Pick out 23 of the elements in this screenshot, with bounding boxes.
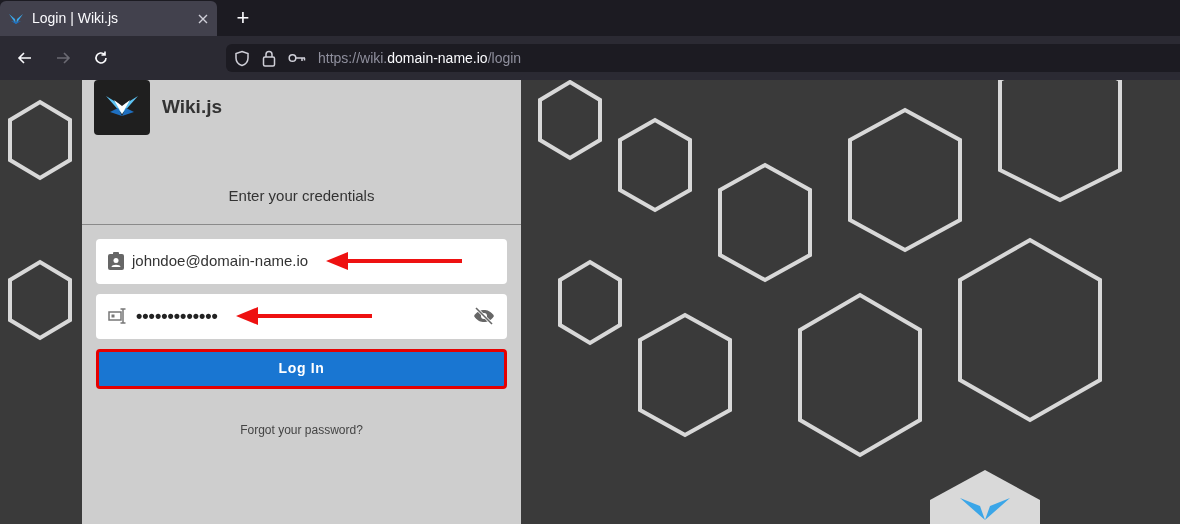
shield-icon [234, 49, 250, 67]
key-icon [288, 53, 306, 63]
close-icon[interactable] [197, 12, 209, 25]
field-value: johndoe@domain-name.io [132, 250, 309, 271]
eye-slash-icon[interactable] [473, 307, 495, 325]
address-bar[interactable]: https://wiki.domain-name.io/login [226, 44, 1180, 72]
butterfly-icon [8, 11, 24, 26]
log-in-button[interactable]: Log In [96, 348, 507, 389]
text-cursor-field-icon [108, 307, 128, 325]
brand-name: Wiki.js [162, 95, 222, 120]
new-tab-button[interactable]: + [229, 4, 257, 32]
url-text: https://wiki.domain-name.io/login [318, 48, 522, 68]
browser-tab[interactable]: Login | Wiki.js [0, 1, 217, 36]
email-field[interactable]: johndoe@domain-name.io [96, 238, 507, 284]
tab-title: Login | Wiki.js [32, 9, 120, 28]
password-field[interactable]: ••••••••••••• [96, 293, 507, 339]
reload-icon[interactable] [92, 49, 110, 67]
badge-icon [108, 252, 124, 270]
form-heading: Enter your credentials [228, 186, 375, 206]
field-value: ••••••••••••• [136, 304, 218, 328]
forgot-password-link[interactable]: Forgot your password? [240, 420, 363, 439]
logo-icon [94, 80, 150, 135]
lock-icon [262, 49, 276, 67]
